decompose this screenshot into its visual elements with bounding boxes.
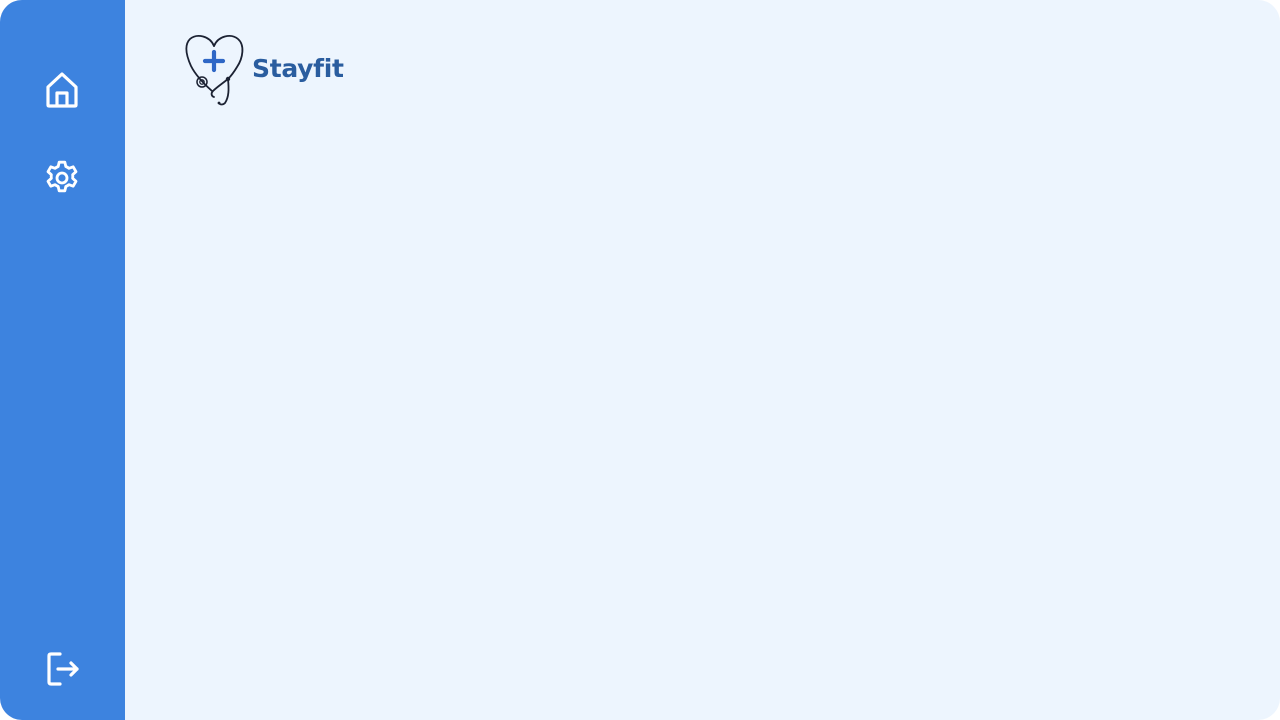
heart-stethoscope-logo-icon: [185, 35, 244, 106]
logout-icon: [47, 652, 79, 686]
app-window: Stayfit: [0, 0, 1280, 720]
settings-button[interactable]: [40, 156, 84, 200]
home-button[interactable]: [40, 67, 84, 111]
main-content: Stayfit: [125, 0, 1280, 720]
brand[interactable]: Stayfit: [185, 33, 344, 107]
home-icon: [46, 72, 78, 108]
brand-name: Stayfit: [252, 53, 344, 83]
logout-button[interactable]: [40, 647, 84, 691]
sidebar: [0, 0, 125, 720]
gear-icon: [46, 160, 78, 193]
